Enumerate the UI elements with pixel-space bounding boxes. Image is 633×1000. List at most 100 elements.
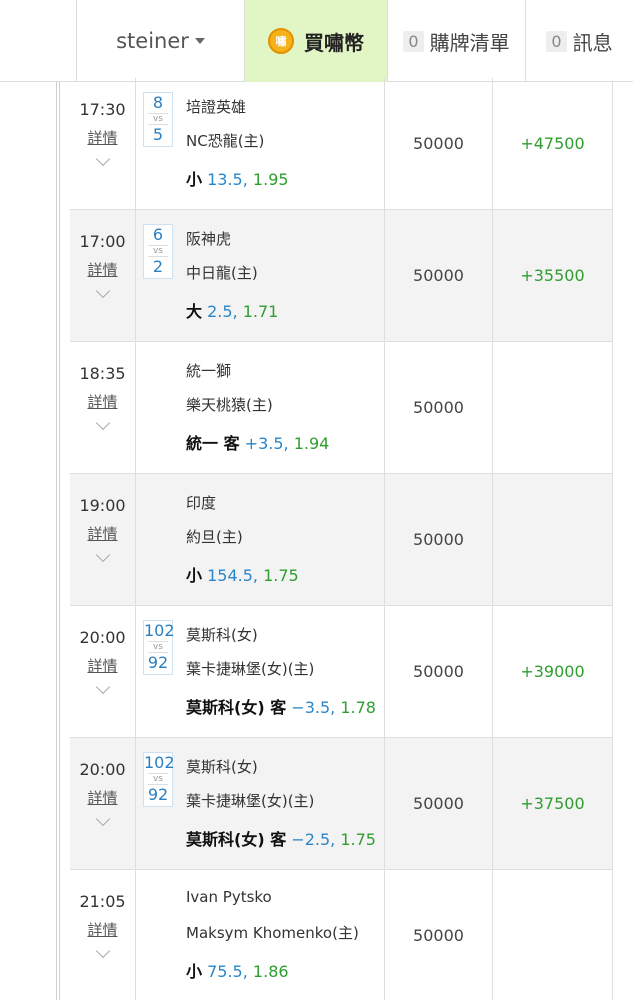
score-box: 102 vs 92	[143, 752, 175, 807]
top-header: steiner 嘯 買嘯幣 0 購牌清單 0 訊息	[0, 0, 633, 82]
bet-row: 19:00 詳情 印度 約旦(主) 小 154.5, 1.75 50000	[70, 474, 612, 606]
match-time: 18:35	[79, 364, 126, 383]
match-cell: 102 vs 92 莫斯科(女) 葉卡捷琳堡(女)(主) 莫斯科(女) 客 −3.5, 1…	[136, 606, 385, 737]
bet-row: 18:35 詳情 統一獅樂天桃猿(主) 統一 客 +3.5, 1.94 50000	[70, 342, 612, 474]
team-home: 中日龍(主)	[186, 264, 258, 282]
team-away: 莫斯科(女)	[186, 626, 258, 644]
stake-cell: 50000	[385, 606, 493, 737]
match-time: 20:00	[79, 760, 126, 779]
match-time: 21:05	[79, 892, 126, 911]
team-away: 統一獅	[186, 362, 232, 380]
bet-odds: 1.78	[340, 698, 376, 717]
chevron-down-icon[interactable]	[95, 811, 110, 827]
bet-selection: 小 154.5, 1.75	[186, 562, 299, 586]
bet-selection: 小 75.5, 1.86	[186, 958, 289, 982]
time-cell: 18:35 詳情	[70, 342, 136, 473]
match-time: 20:00	[79, 628, 126, 647]
team-home: 約旦(主)	[186, 528, 243, 546]
score-away: 6	[152, 225, 164, 244]
match-cell: Ivan Pytsko Maksym Khomenko(主) 小 75.5, 1.8…	[136, 870, 385, 1000]
detail-link[interactable]: 詳情	[70, 391, 135, 412]
bet-pick: 莫斯科(女) 客	[186, 698, 287, 717]
cart-button[interactable]: 0 購牌清單	[387, 0, 525, 82]
bet-selection: 統一 客 +3.5, 1.94	[186, 430, 329, 454]
scroll-track[interactable]	[612, 82, 633, 1000]
match-cell: 6 vs 2 阪神虎 中日龍(主) 大 2.5, 1.71	[136, 210, 385, 341]
bet-line: −2.5,	[291, 830, 336, 849]
chevron-down-icon[interactable]	[95, 415, 110, 431]
chevron-down-icon[interactable]	[95, 547, 110, 563]
bet-odds: 1.94	[293, 434, 330, 453]
team-home: 樂天桃猿(主)	[186, 396, 273, 414]
bet-row: 20:00 詳情 102 vs 92 莫斯科(女) 葉卡捷琳堡(女)(主) 莫斯科(女) 客 …	[70, 738, 612, 870]
messages-button[interactable]: 0 訊息	[525, 0, 633, 82]
chevron-down-icon[interactable]	[95, 943, 110, 959]
bet-row: 20:00 詳情 102 vs 92 莫斯科(女) 葉卡捷琳堡(女)(主) 莫斯科(女) 客 …	[70, 606, 612, 738]
match-time: 17:30	[79, 100, 126, 119]
win-cell	[493, 342, 612, 473]
bet-odds: 1.75	[263, 566, 299, 585]
win-cell	[493, 474, 612, 605]
score-box: 6 vs 2	[143, 224, 173, 279]
coin-icon: 嘯	[268, 28, 294, 54]
team-home: Maksym Khomenko(主)	[186, 924, 359, 942]
bet-odds: 1.71	[242, 302, 279, 321]
vs-label: vs	[148, 245, 168, 257]
detail-link[interactable]: 詳情	[70, 919, 135, 940]
team-away: 培證英雄	[186, 98, 247, 116]
score-home: 92	[147, 785, 169, 804]
stake-cell: 50000	[385, 342, 493, 473]
detail-link[interactable]: 詳情	[70, 787, 135, 808]
match-cell: 統一獅樂天桃猿(主) 統一 客 +3.5, 1.94	[136, 342, 385, 473]
detail-link[interactable]: 詳情	[70, 127, 135, 148]
detail-link[interactable]: 詳情	[70, 523, 135, 544]
vs-label: vs	[148, 641, 168, 653]
time-cell: 20:00 詳情	[70, 606, 136, 737]
score-box: 102 vs 92	[143, 620, 175, 675]
team-away: Ivan Pytsko	[186, 888, 272, 906]
caret-down-icon	[194, 38, 205, 44]
bet-line: 2.5,	[207, 302, 238, 321]
bet-pick: 小	[186, 566, 203, 585]
cart-label: 購牌清單	[429, 30, 510, 55]
match-time: 17:00	[79, 232, 126, 251]
chevron-down-icon[interactable]	[95, 151, 110, 167]
buy-coin-button[interactable]: 嘯 買嘯幣	[244, 0, 387, 82]
score-away: 102	[144, 621, 175, 640]
username: steiner	[116, 29, 189, 53]
detail-link[interactable]: 詳情	[70, 655, 135, 676]
score-away: 102	[144, 753, 175, 772]
chevron-down-icon[interactable]	[95, 283, 110, 299]
team-away: 莫斯科(女)	[186, 758, 258, 776]
stake-cell: 50000	[385, 870, 493, 1000]
detail-link[interactable]: 詳情	[70, 259, 135, 280]
bet-line: 13.5,	[207, 170, 248, 189]
bet-row: 21:05 詳情 Ivan Pytsko Maksym Khomenko(主) 小 75…	[70, 870, 612, 1000]
bet-odds: 1.86	[252, 962, 289, 981]
team-home: 葉卡捷琳堡(女)(主)	[186, 792, 315, 810]
bet-pick: 小	[186, 170, 203, 189]
win-cell: +37500	[520, 794, 585, 813]
score-home: 2	[152, 257, 164, 276]
team-away: 印度	[186, 494, 217, 512]
bet-pick: 統一 客	[186, 434, 240, 453]
user-menu[interactable]: steiner	[76, 0, 244, 82]
bet-pick: 莫斯科(女) 客	[186, 830, 287, 849]
win-cell: +35500	[520, 266, 585, 285]
bet-line: −3.5,	[291, 698, 336, 717]
match-cell: 8 vs 5 培證英雄 NC恐龍(主) 小 13.5, 1.95	[136, 78, 385, 209]
bet-selection: 小 13.5, 1.95	[186, 166, 289, 190]
bet-odds: 1.95	[252, 170, 289, 189]
stake-cell: 50000	[385, 474, 493, 605]
time-cell: 21:05 詳情	[70, 870, 136, 1000]
messages-count-badge: 0	[546, 30, 567, 52]
chevron-down-icon[interactable]	[95, 679, 110, 695]
cart-count-badge: 0	[403, 30, 424, 52]
bet-line: +3.5,	[244, 434, 289, 453]
team-away: 阪神虎	[186, 230, 232, 248]
bet-row: 17:00 詳情 6 vs 2 阪神虎 中日龍(主) 大 2.5, 1.71 50000 +355…	[70, 210, 612, 342]
time-cell: 20:00 詳情	[70, 738, 136, 869]
bet-pick: 小	[186, 962, 203, 981]
match-cell: 102 vs 92 莫斯科(女) 葉卡捷琳堡(女)(主) 莫斯科(女) 客 −2.5, 1…	[136, 738, 385, 869]
score-home: 5	[152, 125, 164, 144]
